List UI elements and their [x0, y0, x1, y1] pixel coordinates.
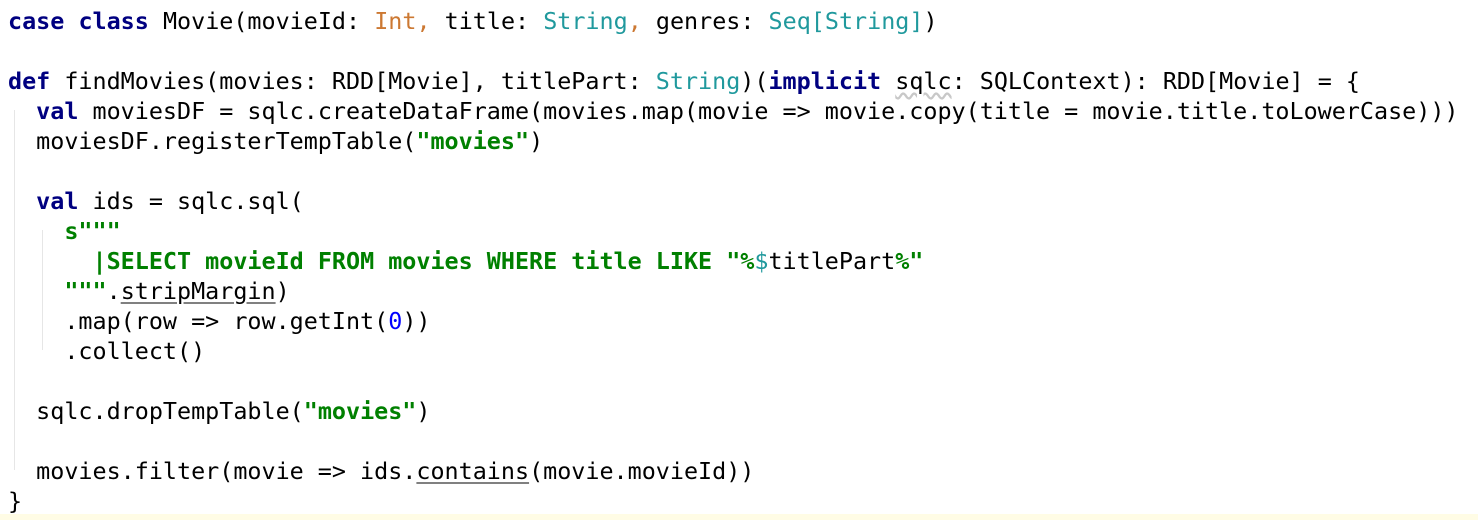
code-token: class — [78, 7, 149, 35]
code-token: sqlc.dropTempTable( — [8, 397, 304, 425]
code-token: ids = sqlc.sql( — [78, 187, 304, 215]
code-line[interactable]: |SELECT movieId FROM movies WHERE title … — [8, 246, 1459, 276]
code-token: genres: — [655, 7, 769, 35]
code-line[interactable]: ​ — [8, 156, 1459, 186]
code-editor[interactable]: case class Movie(movieId: Int, title: St… — [0, 0, 1478, 520]
code-token: . — [106, 277, 121, 305]
code-token: )) — [402, 307, 431, 335]
code-token: .collect() — [8, 337, 206, 365]
code-token: 0 — [388, 307, 403, 335]
code-token: stripMargin — [120, 277, 276, 305]
code-token: title: — [444, 7, 544, 35]
code-line[interactable]: def findMovies(movies: RDD[Movie], title… — [8, 66, 1459, 96]
code-line[interactable]: ​ — [8, 426, 1459, 456]
code-token: )( — [740, 67, 769, 95]
code-token: """ — [64, 277, 107, 305]
code-line[interactable]: val ids = sqlc.sql( — [8, 186, 1459, 216]
code-line[interactable]: .map(row => row.getInt(0)) — [8, 306, 1459, 336]
code-token: implicit — [768, 67, 882, 95]
code-token: , — [416, 7, 445, 35]
code-token: Int — [374, 7, 417, 35]
code-token: "movies" — [303, 397, 417, 425]
code-line[interactable]: } — [8, 486, 1459, 516]
code-line[interactable]: sqlc.dropTempTable("movies") — [8, 396, 1459, 426]
code-token: |SELECT movieId FROM movies WHERE title … — [92, 247, 755, 275]
code-line[interactable]: movies.filter(movie => ids.contains(movi… — [8, 456, 1459, 486]
code-line[interactable]: .collect() — [8, 336, 1459, 366]
code-token: contains — [416, 457, 530, 485]
code-token: moviesDF.registerTempTable( — [8, 127, 417, 155]
code-token: val — [36, 187, 79, 215]
code-token: "movies" — [416, 127, 530, 155]
code-token: val — [36, 97, 79, 125]
code-token: Seq[String] — [768, 7, 924, 35]
caret-line-highlight — [0, 514, 1478, 520]
code-token: , — [627, 7, 656, 35]
code-line[interactable]: ​ — [8, 366, 1459, 396]
code-line[interactable]: moviesDF.registerTempTable("movies") — [8, 126, 1459, 156]
code-token: String — [543, 7, 628, 35]
code-line[interactable]: val moviesDF = sqlc.createDataFrame(movi… — [8, 96, 1459, 126]
code-token: ) — [529, 127, 544, 155]
code-token: case — [8, 7, 65, 35]
code-lines[interactable]: case class Movie(movieId: Int, title: St… — [8, 6, 1459, 516]
code-line[interactable]: case class Movie(movieId: Int, title: St… — [8, 6, 1459, 36]
code-line[interactable]: """.stripMargin) — [8, 276, 1459, 306]
code-token: findMovies(movies: RDD[Movie], titlePart… — [50, 67, 656, 95]
code-line[interactable]: s""" — [8, 216, 1459, 246]
code-token: sqlc — [895, 67, 952, 95]
code-token: Movie(movieId: — [148, 7, 375, 35]
code-token: } — [8, 487, 23, 515]
code-token: String — [655, 67, 741, 95]
code-token: ) — [923, 7, 938, 35]
code-token: moviesDF = sqlc.createDataFrame(movies.m… — [78, 97, 1459, 125]
code-token: : SQLContext): RDD[Movie] = { — [951, 67, 1360, 95]
code-token: ) — [416, 397, 431, 425]
code-token: def — [8, 67, 51, 95]
code-token: $ — [754, 247, 769, 275]
code-token: .map(row => row.getInt( — [8, 307, 389, 335]
code-line[interactable]: ​ — [8, 36, 1459, 66]
code-token: (movie.movieId)) — [529, 457, 755, 485]
code-token: ) — [275, 277, 290, 305]
code-token: %" — [895, 247, 924, 275]
code-token: s""" — [64, 217, 121, 245]
code-token: movies.filter(movie => ids. — [8, 457, 417, 485]
code-token: titlePart — [768, 247, 896, 275]
